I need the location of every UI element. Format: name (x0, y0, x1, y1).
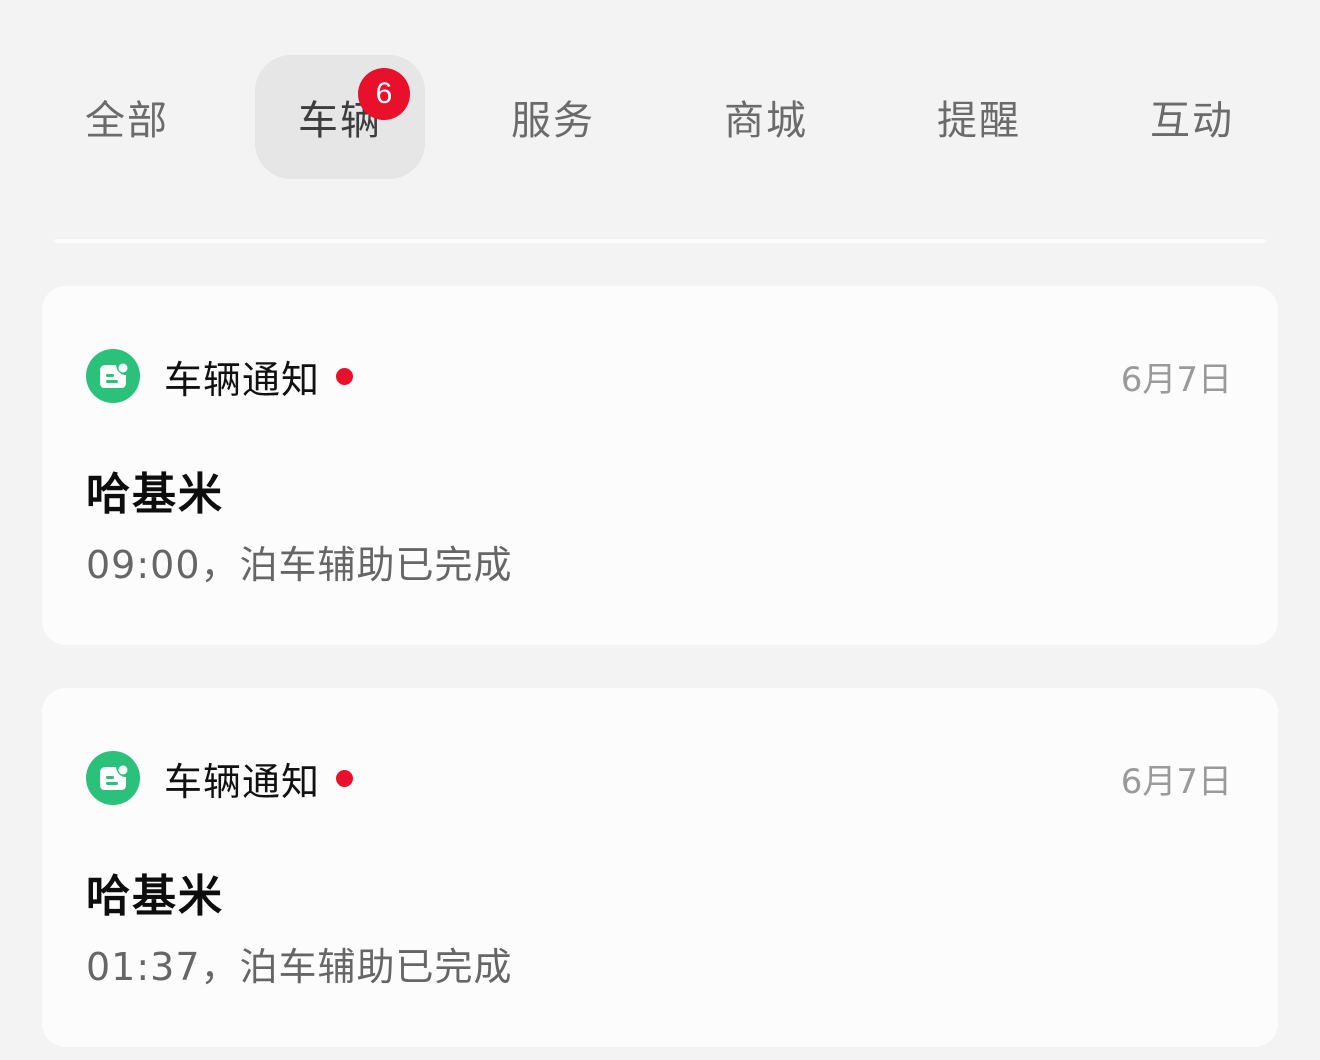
tab-vehicle[interactable]: 车辆 6 (255, 55, 425, 179)
robot-face-icon (86, 349, 140, 403)
notification-card[interactable]: 车辆通知 6月7日 哈基米 09:00，泊车辅助已完成 (42, 286, 1278, 645)
tab-reminder[interactable]: 提醒 (894, 55, 1064, 179)
notification-message: 01:37，泊车辅助已完成 (86, 945, 513, 989)
tab-interaction[interactable]: 互动 (1107, 55, 1277, 179)
tab-label: 全部 (85, 98, 169, 144)
unread-dot (336, 769, 354, 787)
category-tabs: 全部 车辆 6 服务 商城 提醒 互动 (0, 0, 1320, 240)
tab-label: 服务 (511, 98, 595, 144)
card-title: 车辆通知 (164, 357, 321, 402)
tab-mall[interactable]: 商城 (681, 55, 851, 179)
card-title: 车辆通知 (164, 759, 321, 804)
tab-label: 提醒 (937, 98, 1021, 144)
tab-label: 互动 (1150, 98, 1234, 144)
unread-count-badge: 6 (358, 68, 410, 120)
unread-dot (336, 367, 354, 385)
tab-all[interactable]: 全部 (42, 55, 212, 179)
card-date: 6月7日 (1120, 359, 1232, 400)
notification-message: 09:00，泊车辅助已完成 (86, 543, 513, 587)
tabs-divider (54, 239, 1266, 243)
card-header: 车辆通知 6月7日 (86, 349, 1232, 403)
tab-service[interactable]: 服务 (468, 55, 638, 179)
tab-label: 商城 (724, 98, 808, 144)
vehicle-name: 哈基米 (86, 469, 224, 520)
card-header: 车辆通知 6月7日 (86, 751, 1232, 805)
vehicle-name: 哈基米 (86, 871, 224, 922)
notification-card[interactable]: 车辆通知 6月7日 哈基米 01:37，泊车辅助已完成 (42, 688, 1278, 1047)
card-date: 6月7日 (1120, 761, 1232, 802)
robot-face-icon (86, 751, 140, 805)
